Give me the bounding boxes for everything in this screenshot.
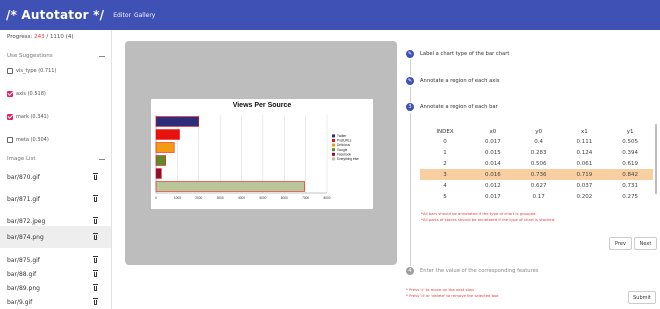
checkbox-checked-icon[interactable] [7,113,13,120]
legend-swatch [332,157,335,161]
collapse-icon[interactable] [99,158,105,160]
step-connector [410,87,411,102]
step-4-label: Enter the value of the corresponding fea… [420,268,539,274]
legend-label: Facebook [337,152,351,156]
submit-button[interactable]: Submit [628,291,656,304]
step-3-label: Annotate a region of each bar [420,104,498,110]
trash-icon[interactable] [93,233,98,240]
step-2-label: Annotate a region of each axis [420,78,500,84]
chart-title: Views Per Source [233,102,292,109]
x-tick-label: 2000 [195,196,202,200]
table-row[interactable]: 5 0.017 0.17 0.202 0.275 [420,191,653,202]
bar-delicious [155,142,175,153]
step-3-icon: 3 [406,103,414,111]
nav-editor[interactable]: Editor [113,12,131,19]
image-list-item[interactable]: bar/870.gif [0,166,111,188]
table-scrollbar[interactable] [655,124,657,194]
x-tick-label: 4000 [238,196,245,200]
step-done-icon: ✎ [406,77,414,85]
legend-label: Google [337,148,348,152]
suggestions-header: Use Suggestions [7,51,107,61]
x-tick-label: 3000 [217,196,224,200]
col-x1: x1 [580,128,588,135]
progress-total: 1110 [49,34,64,40]
footer-hint: * Press 'd' or 'delete' to remove the se… [406,293,499,298]
image-list-header: Image List [7,154,107,164]
app-title: /* Autotator */ [6,8,105,22]
sidebar: Progress: 243 / 1110 (4) Use Suggestions… [0,30,112,309]
legend-swatch [332,148,335,152]
x-tick-label: 0 [155,196,157,200]
chart-legend: TwitterPostURLsDeliciousGoogleFacebookEv… [332,134,359,161]
legend-swatch [332,152,335,156]
chart-image[interactable]: Views Per Source 0 1000 2000 3000 4000 5000 60… [151,99,373,209]
trash-icon[interactable] [93,173,98,180]
bar-everything-else [155,181,305,192]
legend-label: Everything else [337,157,359,161]
legend-swatch [332,143,335,147]
collapse-icon[interactable] [99,55,105,57]
image-list-item[interactable]: bar/871.gif [0,188,111,210]
legend-label: PostURLs [337,139,352,143]
x-tick-label: 8000 [323,196,330,200]
bar-google [155,155,166,166]
table-header-row: INDEX x0 y0 x1 y1 [420,127,653,136]
table-row[interactable]: 4 0.012 0.627 0.037 0.731 [420,180,653,191]
trash-icon[interactable] [93,256,98,263]
step-connector [410,60,411,75]
image-list-item-selected[interactable]: bar/874.png [0,226,111,248]
progress-done: 243 [34,34,45,40]
step-1-label: Label a chart type of the bar chart [420,51,510,57]
suggestion-axis[interactable]: axis (0.518) [7,89,107,98]
bar-facebook [155,168,162,179]
table-row[interactable]: 0 0.017 0.4 0.111 0.505 [420,136,653,147]
warning-text: *All parts of stacks should be annotated… [421,217,556,222]
next-button[interactable]: Next [634,237,657,250]
chart-ticks: 0 1000 2000 3000 4000 5000 6000 7000 8000 [155,196,331,200]
x-tick-label: 7000 [302,196,309,200]
trash-icon[interactable] [93,270,98,277]
step-4-icon: 4 [406,267,414,275]
warning-text: *All bars should be annotated if the typ… [421,211,537,216]
footer-hint: * Press 'c' to move on the next step [406,287,474,292]
trash-icon[interactable] [93,284,98,291]
progress-text: Progress: 243 / 1110 (4) [7,34,74,40]
legend-swatch [332,134,335,138]
trash-icon[interactable] [93,298,98,305]
col-y0: y0 [535,128,542,135]
chart-bars [155,116,305,192]
checkbox-icon[interactable] [7,136,13,143]
suggestion-mark[interactable]: mark (0.341) [7,112,107,121]
step-done-icon: ✎ [406,50,414,58]
bar-chart[interactable]: Views Per Source 0 1000 2000 3000 4000 5000 60… [151,99,373,209]
annotation-table: INDEX x0 y0 x1 y1 0 0.017 0.4 0.111 0.505 10… [420,127,653,202]
trash-icon[interactable] [93,195,98,202]
bar-twitter [155,116,200,127]
col-index: INDEX [436,128,454,135]
trash-icon[interactable] [93,217,98,224]
x-tick-label: 6000 [281,196,288,200]
checkbox-icon[interactable] [7,67,13,74]
nav-gallery[interactable]: Gallery [134,12,155,19]
checkbox-checked-icon[interactable] [7,90,13,97]
table-row[interactable]: 2 0.014 0.506 0.061 0.619 [420,158,653,169]
x-tick-label: 1000 [174,196,181,200]
bar-posturls [155,129,180,140]
table-row[interactable]: 1 0.015 0.283 0.124 0.394 [420,147,653,158]
top-bar: /* Autotator */ Editor Gallery [0,0,660,30]
app-root: /* Autotator */ Editor Gallery Progress:… [0,0,660,309]
legend-swatch [332,139,335,142]
col-y1: y1 [626,128,634,135]
step-connector [410,113,411,266]
suggestion-vis-type[interactable]: vis_type (0.711) [7,66,107,75]
table-row-selected[interactable]: 3 0.016 0.736 0.719 0.842 [420,169,653,180]
col-x0: x0 [489,128,497,135]
legend-label: Delicious [337,143,350,147]
legend-label: Twitter [337,134,347,138]
suggestion-meta[interactable]: meta (0.304) [7,135,107,144]
image-list-item[interactable]: bar/9.gif [0,291,111,309]
x-tick-label: 5000 [259,196,266,200]
prev-button[interactable]: Prev [609,237,632,250]
